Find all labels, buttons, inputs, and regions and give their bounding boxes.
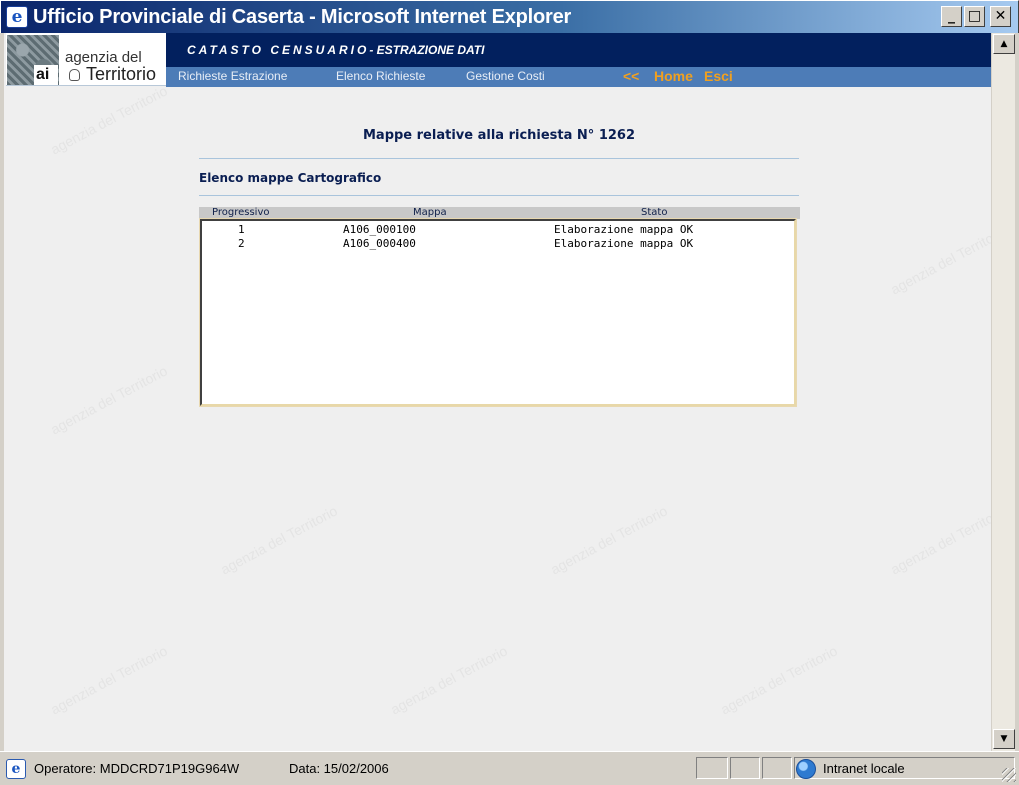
mappe-list[interactable]: 1 A106_000100 Elaborazione mappa OK 2 A1… bbox=[200, 219, 796, 406]
window-title-bar[interactable]: e Ufficio Provinciale di Caserta - Micro… bbox=[0, 0, 1019, 33]
resize-grip-icon[interactable] bbox=[1002, 768, 1016, 782]
maximize-button[interactable]: □ bbox=[964, 6, 985, 27]
divider bbox=[199, 195, 799, 196]
section-title: Elenco mappe Cartografico bbox=[199, 171, 382, 185]
intranet-globe-icon bbox=[796, 759, 816, 779]
app-title-sub: - ESTRAZIONE DATI bbox=[369, 43, 485, 57]
watermark: agenzia del Territorio bbox=[47, 82, 170, 158]
nav-home-link[interactable]: Home bbox=[654, 68, 693, 84]
status-pane bbox=[762, 757, 792, 779]
nav-richieste-estrazione[interactable]: Richieste Estrazione bbox=[178, 69, 287, 83]
divider bbox=[199, 158, 799, 159]
cell-progressivo: 2 bbox=[238, 237, 245, 250]
cell-mappa: A106_000400 bbox=[343, 237, 416, 250]
window-title: Ufficio Provinciale di Caserta - Microso… bbox=[33, 6, 572, 28]
nav-back-link[interactable]: << bbox=[623, 68, 639, 84]
status-data: Data: 15/02/2006 bbox=[289, 761, 389, 776]
nav-esci-link[interactable]: Esci bbox=[704, 68, 733, 84]
logo-text-line2: Territorio bbox=[69, 64, 156, 85]
table-row[interactable]: 1 A106_000100 Elaborazione mappa OK bbox=[202, 223, 794, 237]
app-title: CATASTO CENSUARIO- ESTRAZIONE DATI bbox=[187, 43, 484, 57]
watermark: agenzia del Territorio bbox=[547, 502, 670, 578]
ie-logo-icon[interactable]: e bbox=[6, 6, 28, 28]
scroll-up-icon[interactable]: ▲ bbox=[993, 34, 1015, 54]
column-header-stato: Stato bbox=[641, 207, 668, 218]
scroll-down-icon[interactable]: ▼ bbox=[993, 729, 1015, 749]
cell-mappa: A106_000100 bbox=[343, 223, 416, 236]
agency-logo[interactable]: ai agenzia del Territorio bbox=[6, 33, 166, 86]
cell-stato: Elaborazione mappa OK bbox=[554, 223, 694, 236]
nav-elenco-richieste[interactable]: Elenco Richieste bbox=[336, 69, 425, 83]
status-bar: e Operatore: MDDCRD71P19G964W Data: 15/0… bbox=[0, 751, 1019, 785]
status-operatore: Operatore: MDDCRD71P19G964W bbox=[34, 761, 240, 776]
app-header: CATASTO CENSUARIO- ESTRAZIONE DATI bbox=[166, 33, 992, 67]
ie-page-icon: e bbox=[6, 759, 26, 779]
status-pane bbox=[730, 757, 760, 779]
table-header: Progressivo Mappa Stato bbox=[199, 207, 800, 219]
table-row[interactable]: 2 A106_000400 Elaborazione mappa OK bbox=[202, 237, 794, 251]
close-button[interactable]: ✕ bbox=[990, 6, 1011, 27]
watermark: agenzia del Territorio bbox=[717, 642, 840, 718]
status-pane bbox=[696, 757, 728, 779]
cell-stato: Elaborazione mappa OK bbox=[554, 237, 694, 250]
page-title: Mappe relative alla richiesta N° 1262 bbox=[362, 128, 636, 143]
status-zone: Intranet locale bbox=[823, 761, 905, 776]
watermark: agenzia del Territorio bbox=[47, 362, 170, 438]
logo-mark: ai bbox=[34, 65, 58, 85]
watermark: agenzia del Territorio bbox=[387, 642, 510, 718]
column-header-progressivo: Progressivo bbox=[212, 207, 270, 218]
vertical-scrollbar[interactable]: ▲ ▼ bbox=[991, 33, 1015, 751]
cell-progressivo: 1 bbox=[238, 223, 245, 236]
nav-gestione-costi[interactable]: Gestione Costi bbox=[466, 69, 545, 83]
minimize-button[interactable]: _ bbox=[941, 6, 962, 27]
main-nav: Richieste Estrazione Elenco Richieste Ge… bbox=[166, 67, 992, 87]
logo-text-line2-label: Territorio bbox=[86, 64, 157, 84]
emblem-icon bbox=[69, 69, 80, 81]
column-header-mappa: Mappa bbox=[413, 207, 447, 218]
watermark: agenzia del Territorio bbox=[217, 502, 340, 578]
watermark: agenzia del Territorio bbox=[47, 642, 170, 718]
browser-viewport: agenzia del Territorio agenzia del Terri… bbox=[4, 33, 1015, 751]
app-title-main: CATASTO CENSUARIO bbox=[187, 43, 370, 57]
